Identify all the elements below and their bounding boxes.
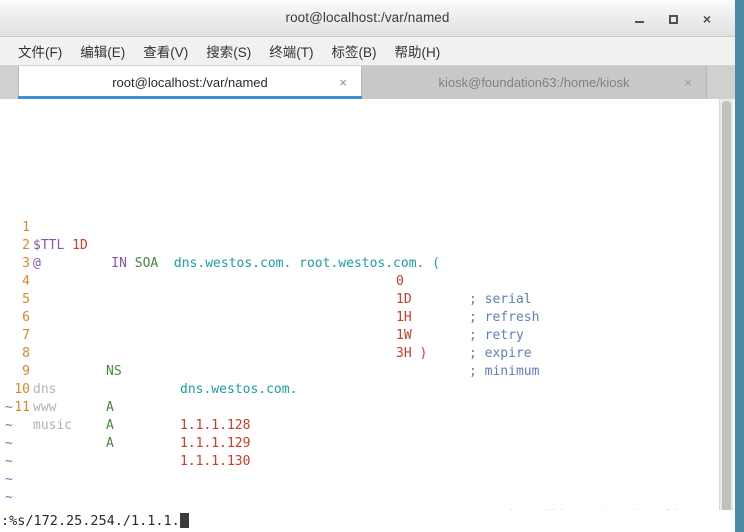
editor-line: 2 @ IN SOA dns.westos.com. root.westos.c… bbox=[0, 219, 440, 271]
host-name: music bbox=[33, 418, 73, 433]
tab-root-localhost[interactable]: root@localhost:/var/named × bbox=[18, 66, 362, 99]
soa-minimum-comment: ; minimum bbox=[469, 364, 540, 379]
tab-close-icon[interactable]: × bbox=[684, 76, 692, 89]
soa-minimum-value: 3H ) bbox=[396, 346, 428, 361]
tab-bar: root@localhost:/var/named × kiosk@founda… bbox=[0, 66, 735, 99]
line-text: 3H ) bbox=[396, 345, 427, 363]
menu-item-terminal[interactable]: 终端(T) bbox=[260, 39, 322, 63]
terminal-window: root@localhost:/var/named × 文件(F) 编辑(E) … bbox=[0, 0, 735, 532]
editor-content[interactable]: 1 $TTL 1D 2 @ IN SOA dns.westos.com. roo… bbox=[0, 99, 713, 532]
line-text: 1W bbox=[396, 327, 412, 345]
line-value: dns.westos.com. bbox=[180, 381, 297, 399]
empty-line-marker: ~ bbox=[5, 472, 13, 487]
maximize-button[interactable] bbox=[664, 10, 682, 28]
close-button[interactable]: × bbox=[698, 10, 716, 28]
ns-target: dns.westos.com. bbox=[180, 382, 298, 397]
record-type: A bbox=[106, 418, 114, 433]
menu-bar: 文件(F) 编辑(E) 查看(V) 搜索(S) 终端(T) 标签(B) 帮助(H… bbox=[0, 37, 735, 66]
menu-item-file[interactable]: 文件(F) bbox=[9, 39, 71, 63]
title-bar: root@localhost:/var/named × bbox=[0, 0, 735, 37]
soa-refresh-value: 1D bbox=[396, 292, 412, 307]
ip-address: 1.1.1.128 bbox=[180, 418, 251, 433]
soa-nameservers: dns.westos.com. root.westos.com. ( bbox=[173, 256, 441, 271]
line-text: @ IN SOA dns.westos.com. root.westos.com… bbox=[33, 255, 440, 273]
terminal-body[interactable]: 1 $TTL 1D 2 @ IN SOA dns.westos.com. roo… bbox=[0, 99, 735, 532]
line-text: A bbox=[106, 417, 114, 435]
tab-close-icon[interactable]: × bbox=[339, 76, 347, 89]
line-value: 1.1.1.128 bbox=[180, 417, 250, 435]
menu-item-search[interactable]: 搜索(S) bbox=[197, 39, 260, 63]
editor-line: 11 music A 1.1.1.130 bbox=[0, 381, 250, 469]
scrollbar-thumb[interactable] bbox=[722, 101, 731, 527]
line-text: 0 bbox=[396, 273, 404, 291]
menu-item-tabs[interactable]: 标签(B) bbox=[323, 39, 386, 63]
line-value: 1.1.1.129 bbox=[180, 435, 250, 453]
tab-kiosk-foundation63[interactable]: kiosk@foundation63:/home/kiosk × bbox=[362, 66, 707, 99]
menu-item-edit[interactable]: 编辑(E) bbox=[71, 39, 134, 63]
soa-retry-value: 1H bbox=[396, 310, 412, 325]
tab-label: root@localhost:/var/named bbox=[112, 75, 268, 90]
text-cursor bbox=[179, 513, 189, 528]
editor-line: 10 www A 1.1.1.129 bbox=[0, 363, 250, 451]
editor-line: 1 $TTL 1D bbox=[0, 201, 88, 253]
record-type: SOA bbox=[134, 256, 159, 271]
window-title: root@localhost:/var/named bbox=[285, 10, 450, 25]
line-text: A bbox=[106, 435, 114, 453]
soa-expire-value: 1W bbox=[396, 328, 412, 343]
empty-line-marker: ~ bbox=[5, 436, 13, 451]
soa-expire-comment: ; expire bbox=[469, 346, 532, 361]
empty-line-marker: ~ bbox=[5, 400, 13, 415]
tab-label: kiosk@foundation63:/home/kiosk bbox=[438, 75, 630, 90]
record-type: A bbox=[106, 400, 114, 415]
soa-serial-comment: ; serial bbox=[469, 292, 532, 307]
line-text: 1H bbox=[396, 309, 412, 327]
close-icon: × bbox=[702, 11, 712, 27]
record-name: music bbox=[33, 417, 72, 435]
maximize-icon bbox=[668, 15, 678, 25]
soa-serial-value: 0 bbox=[396, 274, 404, 289]
menu-item-help[interactable]: 帮助(H) bbox=[386, 39, 450, 63]
line-comment: ; minimum bbox=[469, 363, 539, 381]
command-text: :%s/172.25.254./1.1.1. bbox=[1, 513, 180, 529]
line-comment: ; serial bbox=[469, 291, 532, 309]
record-type: NS bbox=[106, 364, 122, 379]
empty-line-marker: ~ bbox=[5, 418, 13, 433]
editor-line: 4 1D ; refresh bbox=[0, 255, 539, 325]
editor-line: 6 1W ; expire bbox=[0, 291, 531, 361]
ip-address: 1.1.1.129 bbox=[180, 436, 251, 451]
vertical-scrollbar[interactable] bbox=[719, 99, 733, 532]
line-comment: ; retry bbox=[469, 327, 524, 345]
editor-line: 5 1H ; retry bbox=[0, 273, 524, 343]
soa-refresh-comment: ; refresh bbox=[469, 310, 540, 325]
empty-line-marker: ~ bbox=[5, 454, 13, 469]
line-comment: ; expire bbox=[469, 345, 532, 363]
line-value: 1.1.1.130 bbox=[180, 453, 250, 471]
editor-line: 9 dns A 1.1.1.128 bbox=[0, 345, 250, 433]
editor-line: 7 3H ) ; minimum bbox=[0, 309, 539, 379]
record-type: A bbox=[106, 436, 114, 451]
vim-command-line[interactable]: :%s/172.25.254./1.1.1. bbox=[0, 510, 735, 532]
ip-address: 1.1.1.130 bbox=[180, 454, 251, 469]
ttl-value: 1D bbox=[72, 238, 88, 253]
empty-line-marker: ~ bbox=[5, 490, 13, 505]
record-class: IN bbox=[111, 256, 127, 271]
minimize-icon bbox=[634, 20, 644, 23]
minimize-button[interactable] bbox=[630, 10, 648, 28]
line-text: NS bbox=[106, 363, 122, 381]
line-comment: ; refresh bbox=[469, 309, 539, 327]
editor-line: 8 NS dns.westos.com. bbox=[0, 327, 297, 397]
menu-item-view[interactable]: 查看(V) bbox=[134, 39, 197, 63]
line-text: 1D bbox=[396, 291, 412, 309]
line-text: A bbox=[106, 399, 114, 417]
soa-retry-comment: ; retry bbox=[469, 328, 524, 343]
editor-line: 3 0 ; serial bbox=[0, 237, 531, 307]
